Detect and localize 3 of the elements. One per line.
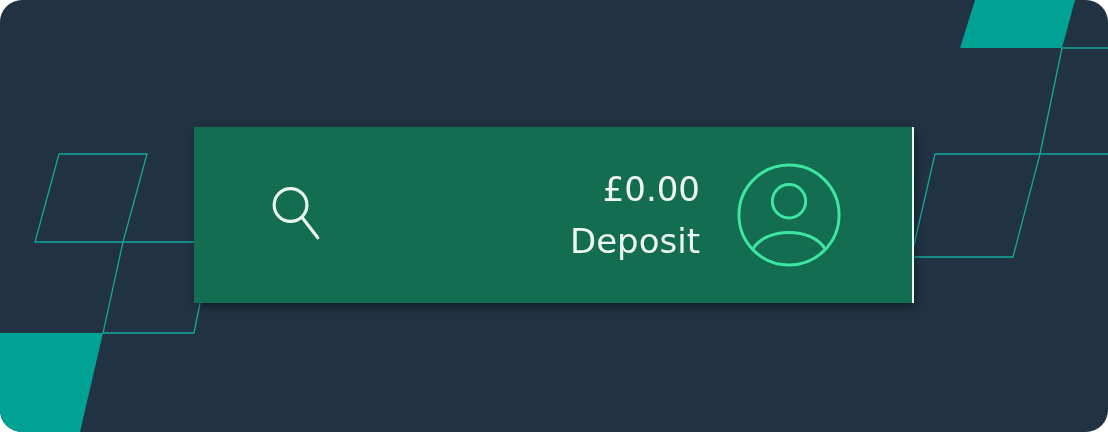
balance-amount: £0.00 bbox=[602, 168, 700, 211]
profile-icon[interactable] bbox=[736, 162, 842, 268]
deposit-link[interactable]: Deposit bbox=[570, 215, 700, 267]
